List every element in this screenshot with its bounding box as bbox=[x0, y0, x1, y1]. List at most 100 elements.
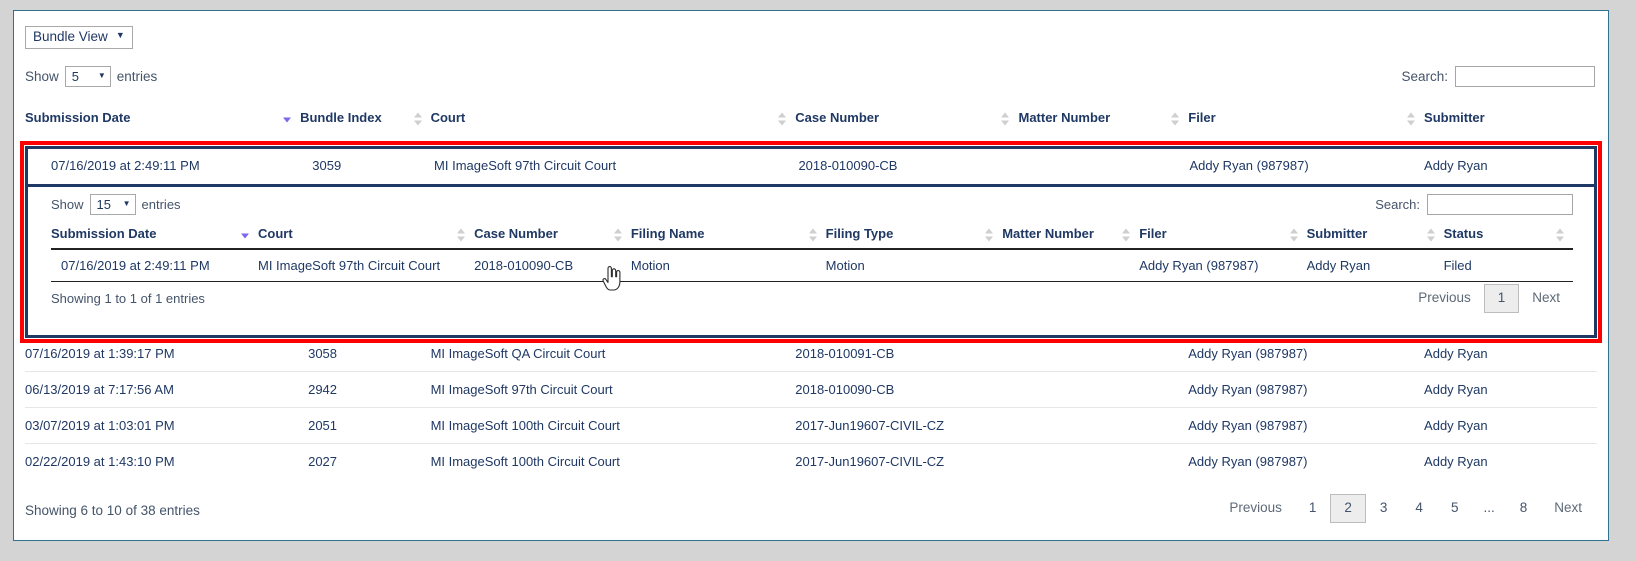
nested-col-matter-number[interactable]: Matter Number bbox=[1002, 222, 1140, 250]
nested-col-label: Status bbox=[1443, 226, 1484, 241]
sort-toggle-icon[interactable] bbox=[1407, 112, 1416, 126]
sort-descending-icon[interactable] bbox=[283, 113, 292, 126]
outer-col-court[interactable]: Court bbox=[431, 104, 796, 134]
sort-toggle-icon[interactable] bbox=[1122, 228, 1131, 242]
sort-toggle-icon[interactable] bbox=[778, 112, 787, 126]
nested-col-case-number[interactable]: Case Number bbox=[474, 222, 631, 250]
nested-col-filing-name[interactable]: Filing Name bbox=[630, 222, 826, 250]
cell-court: MI ImageSoft 100th Circuit Court bbox=[430, 443, 796, 479]
nested-col-status[interactable]: Status bbox=[1443, 222, 1573, 250]
sort-toggle-icon[interactable] bbox=[1171, 112, 1180, 126]
cell-submitter: Addy Ryan bbox=[1424, 346, 1488, 361]
cell-filer: Addy Ryan (987987) bbox=[1188, 371, 1425, 408]
cell-filer: Addy Ryan (987987) bbox=[1188, 407, 1425, 444]
outer-table-toolbar: Show 5 ▼ entries Search: bbox=[14, 66, 1608, 96]
nested-table-toolbar: Show 15 ▼ entries Search: bbox=[29, 194, 1593, 222]
nested-col-filing-type[interactable]: Filing Type bbox=[825, 222, 1003, 250]
nested-col-submission-date[interactable]: Submission Date bbox=[51, 222, 258, 250]
cell-matter-number bbox=[1018, 371, 1189, 408]
chevron-down-icon: ▼ bbox=[115, 30, 125, 41]
cell-case-number: 2018-010090-CB bbox=[474, 249, 631, 282]
nested-search-input[interactable] bbox=[1427, 194, 1573, 215]
nested-col-label: Filer bbox=[1139, 226, 1167, 241]
cell-court: MI ImageSoft 97th Circuit Court bbox=[257, 249, 475, 282]
outer-table-head: Submission Date Bundle Index Court Case … bbox=[25, 104, 1597, 134]
cell-submitter: Addy Ryan bbox=[1424, 158, 1488, 173]
bundle-view-dropdown[interactable]: Bundle View ▼ bbox=[25, 26, 133, 49]
outer-col-filer[interactable]: Filer bbox=[1188, 104, 1424, 134]
table-row[interactable]: 02/22/2019 at 1:43:10 PM 2027 MI ImageSo… bbox=[25, 443, 1597, 479]
outer-col-label: Court bbox=[430, 110, 466, 125]
nested-col-filer[interactable]: Filer bbox=[1139, 222, 1307, 250]
outer-page-1-button[interactable]: 1 bbox=[1295, 494, 1331, 523]
table-row[interactable]: 07/16/2019 at 1:39:17 PM 3058 MI ImageSo… bbox=[25, 336, 1597, 372]
nested-previous-button[interactable]: Previous bbox=[1405, 284, 1484, 313]
outer-header-row: Submission Date Bundle Index Court Case … bbox=[25, 104, 1597, 134]
outer-entries-info: Showing 6 to 10 of 38 entries bbox=[25, 503, 200, 518]
outer-page-8-button[interactable]: 8 bbox=[1506, 494, 1542, 523]
cell-court: MI ImageSoft QA Circuit Court bbox=[430, 346, 606, 361]
nested-page-length-value: 15 bbox=[96, 197, 111, 212]
cell-filer: Addy Ryan (987987) bbox=[1188, 346, 1308, 361]
cell-case-number: 2017-Jun19607-CIVIL-CZ bbox=[795, 443, 1019, 479]
outer-page-2-button[interactable]: 2 bbox=[1330, 494, 1366, 523]
cell-filing-type: Motion bbox=[825, 249, 1003, 282]
outer-col-label: Submission Date bbox=[25, 110, 131, 125]
outer-page-5-button[interactable]: 5 bbox=[1437, 494, 1473, 523]
expanded-parent-table: 07/16/2019 at 2:49:11 PM 3059 MI ImageSo… bbox=[29, 150, 1593, 181]
sort-toggle-icon[interactable] bbox=[1556, 228, 1565, 242]
outer-page-3-button[interactable]: 3 bbox=[1366, 494, 1402, 523]
outer-col-submitter[interactable]: Submitter bbox=[1424, 104, 1597, 134]
sort-toggle-icon[interactable] bbox=[413, 112, 423, 126]
sort-toggle-icon[interactable] bbox=[457, 228, 466, 242]
nested-col-label: Submission Date bbox=[51, 226, 157, 241]
cell-bundle-index: 2027 bbox=[300, 443, 431, 479]
outer-col-label: Matter Number bbox=[1018, 110, 1111, 125]
outer-col-label: Case Number bbox=[795, 110, 880, 125]
outer-table-footer: Showing 6 to 10 of 38 entries Previous 1… bbox=[25, 494, 1595, 528]
nested-col-label: Submitter bbox=[1306, 226, 1368, 241]
nested-entries-info: Showing 1 to 1 of 1 entries bbox=[51, 291, 205, 306]
nested-page-1-button[interactable]: 1 bbox=[1483, 284, 1520, 313]
cell-court: MI ImageSoft 100th Circuit Court bbox=[430, 407, 796, 444]
sort-toggle-icon[interactable] bbox=[1289, 228, 1299, 242]
nested-table-wrap: Submission Date Court Case Number Filing… bbox=[51, 222, 1573, 282]
cell-submission-date: 07/16/2019 at 1:39:17 PM bbox=[25, 346, 175, 361]
cell-matter-number bbox=[1002, 249, 1140, 282]
outer-length-control: Show 5 ▼ entries bbox=[25, 66, 157, 87]
sort-toggle-icon[interactable] bbox=[1001, 112, 1010, 126]
chevron-down-icon: ▼ bbox=[122, 199, 131, 208]
table-row[interactable]: 07/16/2019 at 2:49:11 PM 3059 MI ImageSo… bbox=[29, 150, 1593, 181]
nested-length-control: Show 15 ▼ entries bbox=[51, 194, 181, 215]
cell-case-number: 2017-Jun19607-CIVIL-CZ bbox=[795, 407, 1019, 444]
outer-next-button[interactable]: Next bbox=[1541, 494, 1595, 523]
nested-col-submitter[interactable]: Submitter bbox=[1306, 222, 1444, 250]
outer-previous-button[interactable]: Previous bbox=[1216, 494, 1295, 523]
outer-page-4-button[interactable]: 4 bbox=[1401, 494, 1437, 523]
table-row[interactable]: 07/16/2019 at 2:49:11 PM MI ImageSoft 97… bbox=[51, 249, 1573, 282]
sort-toggle-icon[interactable] bbox=[613, 228, 623, 242]
outer-page-length-select[interactable]: 5 ▼ bbox=[64, 66, 111, 87]
outer-col-case-number[interactable]: Case Number bbox=[795, 104, 1018, 134]
table-row[interactable]: 06/13/2019 at 7:17:56 AM 2942 MI ImageSo… bbox=[25, 371, 1597, 408]
cell-matter-number bbox=[1021, 150, 1190, 181]
sort-toggle-icon[interactable] bbox=[985, 228, 994, 242]
outer-col-matter-number[interactable]: Matter Number bbox=[1018, 104, 1188, 134]
sort-descending-icon[interactable] bbox=[240, 229, 250, 242]
outer-pagination: Previous 1 2 3 4 5 ... 8 Next bbox=[1216, 494, 1595, 523]
filing-name-link[interactable]: Motion bbox=[630, 249, 826, 282]
cell-submitter: Addy Ryan bbox=[1424, 407, 1597, 444]
expanded-parent-row[interactable]: 07/16/2019 at 2:49:11 PM 3059 MI ImageSo… bbox=[29, 150, 1593, 184]
nested-col-court[interactable]: Court bbox=[257, 222, 475, 250]
outer-search-input[interactable] bbox=[1455, 66, 1595, 87]
sort-toggle-icon[interactable] bbox=[1426, 228, 1436, 242]
cell-court: MI ImageSoft 97th Circuit Court bbox=[434, 158, 617, 173]
outer-col-label: Bundle Index bbox=[300, 110, 382, 125]
nested-page-length-select[interactable]: 15 ▼ bbox=[89, 194, 136, 215]
sort-toggle-icon[interactable] bbox=[808, 228, 818, 242]
nested-next-button[interactable]: Next bbox=[1519, 284, 1573, 313]
table-row[interactable]: 03/07/2019 at 1:03:01 PM 2051 MI ImageSo… bbox=[25, 407, 1597, 444]
outer-col-submission-date[interactable]: Submission Date bbox=[25, 104, 300, 134]
outer-col-bundle-index[interactable]: Bundle Index bbox=[300, 104, 430, 134]
nested-col-label: Filing Name bbox=[630, 226, 705, 241]
